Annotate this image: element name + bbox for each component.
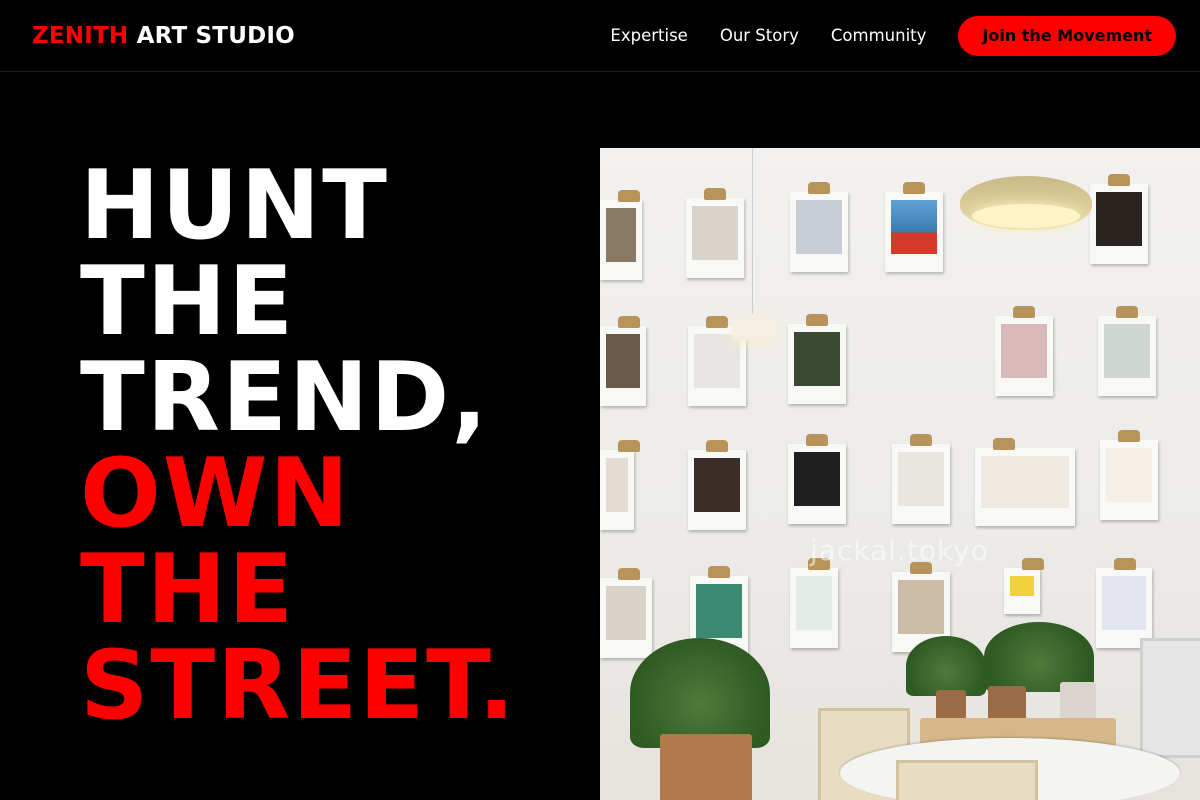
magazine-clipboard bbox=[1096, 558, 1152, 648]
hero-line-4: OWN bbox=[80, 439, 352, 549]
magazine-clipboard bbox=[975, 438, 1075, 526]
hero-line-3: TREND, bbox=[80, 343, 490, 453]
magazine-clipboard bbox=[1100, 430, 1158, 520]
magazine-clipboard bbox=[790, 558, 838, 648]
magazine-clipboard bbox=[600, 568, 652, 658]
lamp-cord bbox=[752, 148, 753, 318]
hero-headline: HUNT THE TREND, OWN THE STREET. bbox=[80, 158, 580, 734]
brand-accent: ZENITH bbox=[32, 22, 129, 49]
pendant-lamp bbox=[732, 314, 778, 340]
magazine-clipboard bbox=[790, 182, 848, 272]
join-movement-button[interactable]: Join the Movement bbox=[958, 15, 1176, 56]
magazine-clipboard bbox=[688, 440, 746, 530]
magazine-clipboard bbox=[1098, 306, 1156, 396]
hero-line-5: THE bbox=[80, 535, 296, 645]
main-nav: Expertise Our Story Community bbox=[610, 26, 926, 45]
plant bbox=[630, 638, 770, 748]
nav-link-expertise[interactable]: Expertise bbox=[610, 26, 687, 45]
wooden-chair bbox=[896, 760, 1038, 800]
hero-line-6: STREET. bbox=[80, 631, 517, 741]
lamp-glow bbox=[972, 204, 1080, 228]
hero-photo: jackal.tokyo bbox=[600, 148, 1200, 800]
hero-line-1: HUNT bbox=[80, 151, 389, 261]
magazine-clipboard bbox=[1004, 558, 1044, 614]
magazine-clipboard bbox=[892, 434, 950, 524]
magazine-clipboard bbox=[788, 314, 846, 404]
white-chair bbox=[1140, 638, 1200, 758]
magazine-clipboard bbox=[1090, 174, 1148, 264]
magazine-clipboard bbox=[600, 440, 640, 530]
nav-link-community[interactable]: Community bbox=[831, 26, 927, 45]
planter-box bbox=[660, 734, 752, 800]
plant bbox=[906, 636, 986, 696]
brand-logo[interactable]: ZENITH ART STUDIO bbox=[32, 23, 295, 49]
magazine-clipboard bbox=[788, 434, 846, 524]
plant-pot bbox=[1060, 682, 1096, 722]
magazine-clipboard bbox=[686, 188, 744, 278]
magazine-clipboard bbox=[995, 306, 1053, 396]
magazine-clipboard bbox=[600, 316, 646, 406]
brand-name: ART STUDIO bbox=[136, 22, 295, 49]
site-header: ZENITH ART STUDIO Expertise Our Story Co… bbox=[0, 0, 1200, 72]
hero-line-2: THE bbox=[80, 247, 296, 357]
magazine-clipboard bbox=[885, 182, 943, 272]
plant-pot bbox=[988, 686, 1026, 720]
nav-link-our-story[interactable]: Our Story bbox=[720, 26, 799, 45]
photo-watermark: jackal.tokyo bbox=[810, 534, 989, 567]
magazine-clipboard bbox=[600, 190, 642, 280]
